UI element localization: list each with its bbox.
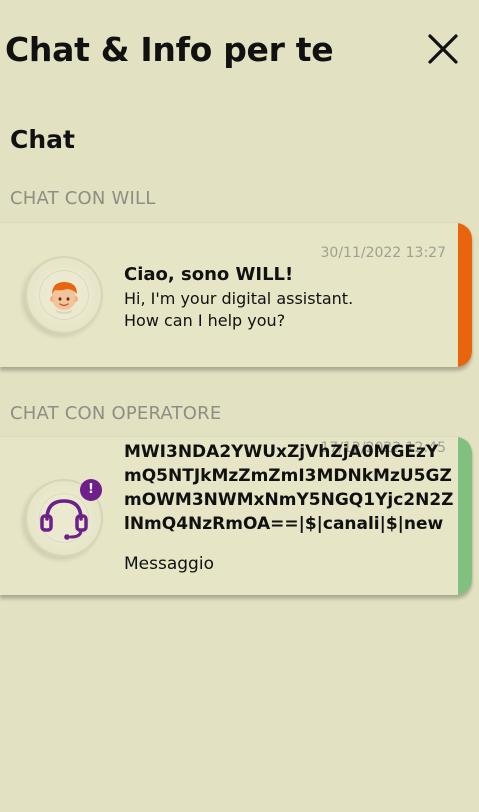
chat-title: MWI3NDA2YWUxZjVhZjA0MGEzYmQ5NTJkMzZmZmI3… — [124, 442, 454, 534]
close-button[interactable] — [425, 31, 461, 67]
chat-preview-line-2: How can I help you? — [124, 311, 286, 330]
chat-preview-line-1: Hi, I'm your digital assistant. — [124, 289, 354, 308]
avatar — [25, 256, 103, 334]
section-title: Chat — [10, 125, 75, 154]
card-accent-bar — [458, 437, 472, 595]
chat-subtitle: Messaggio — [124, 554, 214, 574]
will-avatar-icon — [50, 282, 78, 314]
group-label-operator: CHAT CON OPERATORE — [10, 403, 222, 424]
chat-title: Ciao, sono WILL! — [124, 264, 294, 285]
group-label-will: CHAT CON WILL — [10, 188, 156, 209]
notification-badge: ! — [80, 479, 102, 501]
card-accent-bar — [458, 223, 472, 367]
will-chat-card[interactable]: 30/11/2022 13:27 Ciao, sono WILL! Hi, I'… — [0, 223, 472, 367]
close-icon — [428, 34, 458, 64]
page-title: Chat & Info per te — [5, 30, 334, 69]
header: Chat & Info per te — [0, 0, 479, 100]
timestamp: 30/11/2022 13:27 — [320, 245, 447, 261]
